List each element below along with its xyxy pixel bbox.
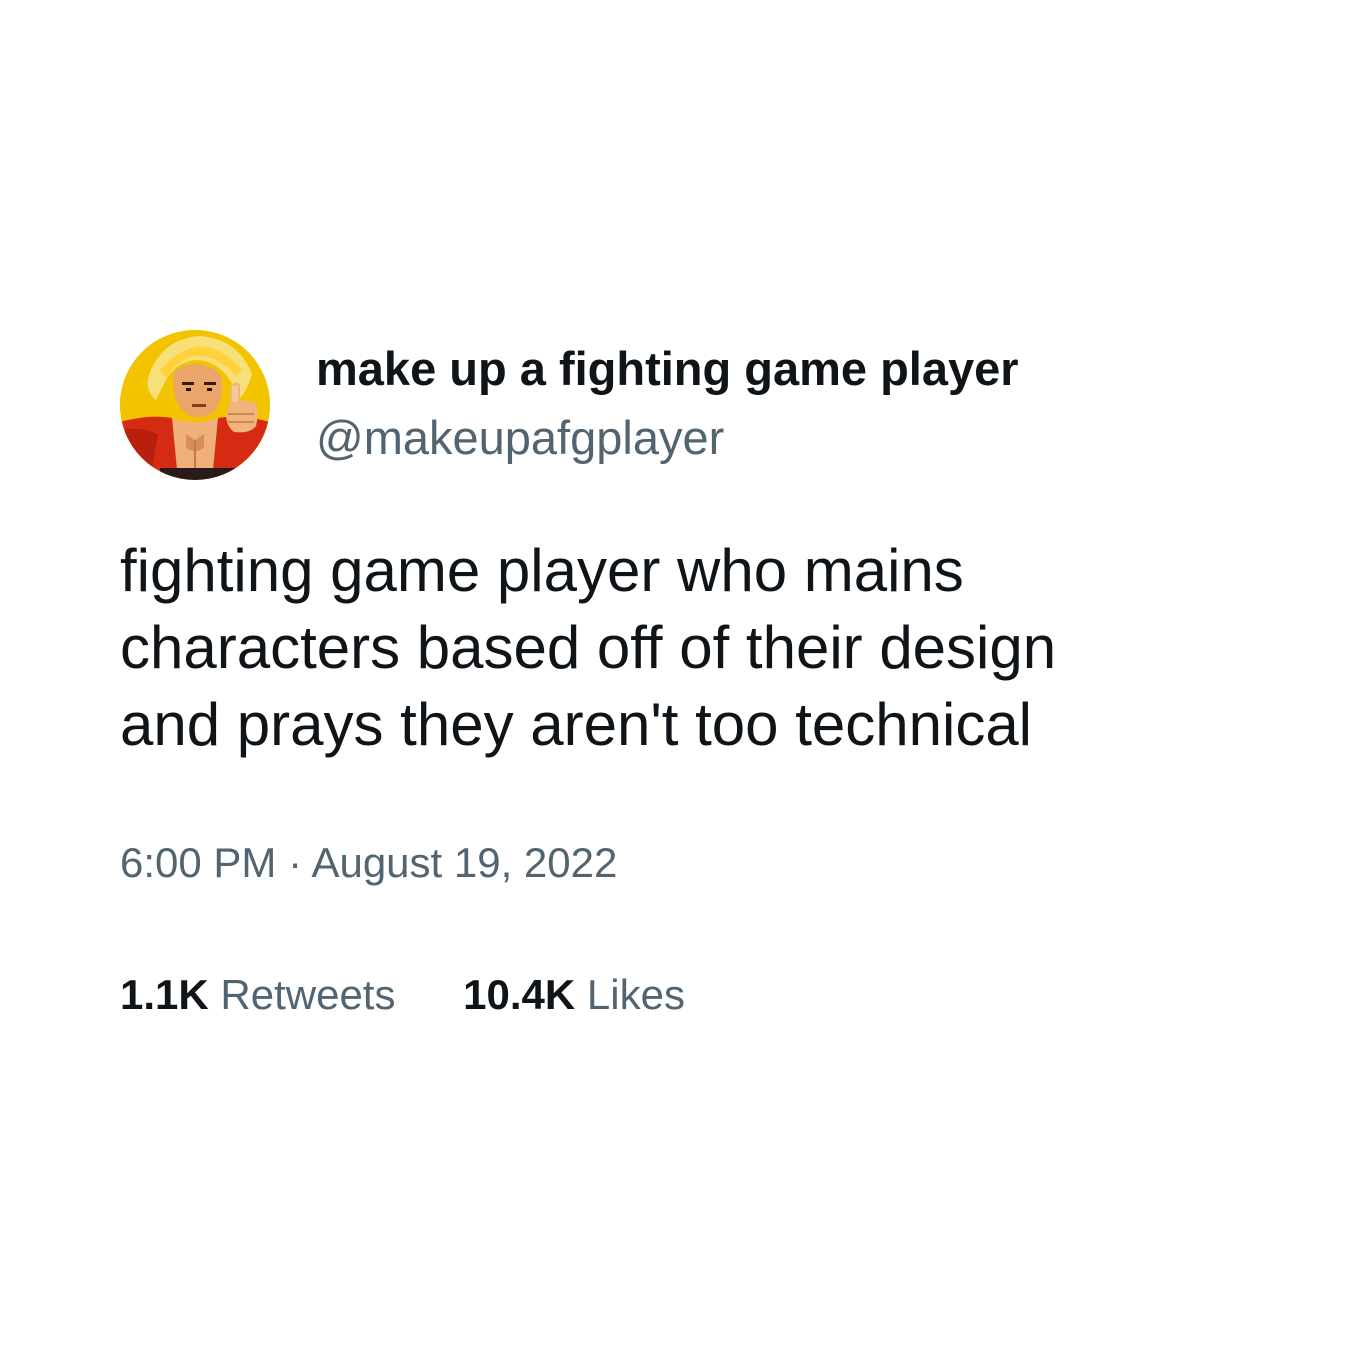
- avatar[interactable]: [120, 330, 270, 480]
- retweets-label: Retweets: [220, 971, 396, 1018]
- likes-count: 10.4K: [463, 971, 576, 1018]
- tweet-stats: 1.1K Retweets 10.4K Likes: [120, 970, 685, 1020]
- likes-stat[interactable]: 10.4K Likes: [463, 970, 685, 1020]
- tweet-timestamp[interactable]: 6:00 PM · August 19, 2022: [120, 838, 617, 888]
- tweet-text-line: characters based off of their design: [120, 614, 1057, 681]
- likes-label: Likes: [586, 971, 685, 1018]
- retweets-stat[interactable]: 1.1K Retweets: [120, 970, 395, 1020]
- tweet-text-line: fighting game player who mains: [120, 537, 964, 604]
- tweet-date: August 19, 2022: [311, 839, 618, 886]
- timestamp-separator: ·: [288, 839, 303, 886]
- user-handle[interactable]: @makeupafgplayer: [316, 410, 724, 466]
- tweet-card: make up a fighting game player @makeupaf…: [0, 0, 1350, 1350]
- fighter-avatar-icon: [120, 330, 270, 480]
- display-name[interactable]: make up a fighting game player: [316, 341, 1019, 397]
- tweet-text-line: and prays they aren't too technical: [120, 691, 1033, 758]
- tweet-text: fighting game player who mains character…: [120, 532, 1230, 763]
- retweets-count: 1.1K: [120, 971, 209, 1018]
- tweet-time: 6:00 PM: [120, 839, 277, 886]
